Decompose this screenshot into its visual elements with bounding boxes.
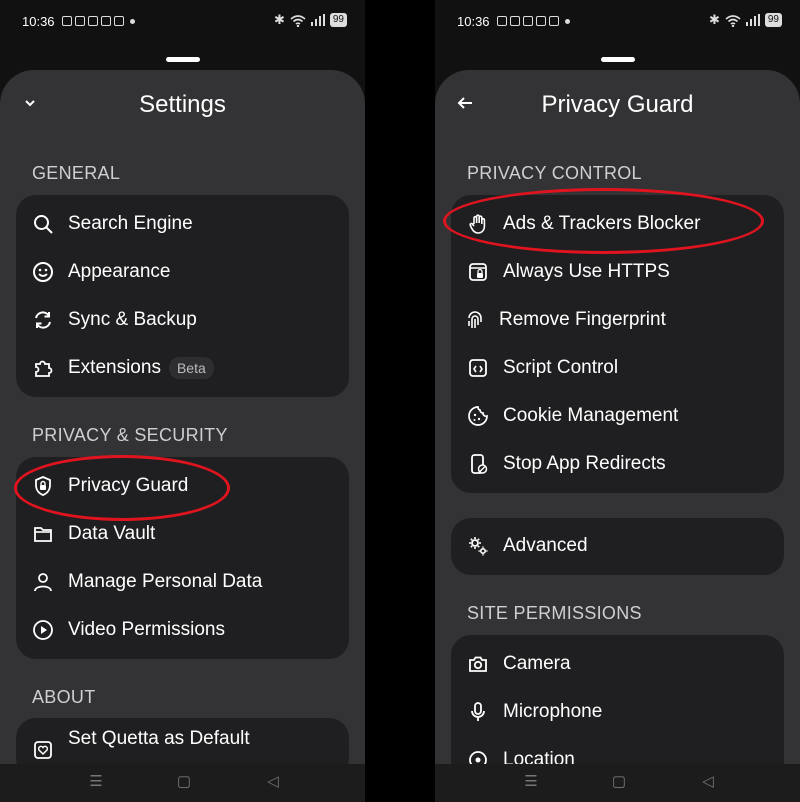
menu-item-set-default[interactable]: Set Quetta as Default bbox=[16, 715, 349, 763]
extensions-label: Extensions bbox=[68, 357, 161, 378]
menu-item-location[interactable]: Location bbox=[451, 736, 784, 764]
page-title: Settings bbox=[139, 91, 226, 118]
section-about: ABOUT bbox=[32, 687, 96, 707]
play-circle-icon bbox=[32, 619, 54, 641]
puzzle-icon bbox=[32, 357, 54, 379]
menu-item-video-permissions[interactable]: Video Permissions bbox=[16, 606, 349, 654]
nav-bar: ☰ ▢ ◁ bbox=[435, 764, 800, 802]
back-nav-icon[interactable]: ◁ bbox=[264, 773, 282, 791]
status-time: 10:36 bbox=[22, 14, 55, 29]
status-time: 10:36 bbox=[457, 14, 490, 29]
menu-nav-icon[interactable]: ☰ bbox=[87, 773, 105, 791]
section-privacy-control: PRIVACY CONTROL bbox=[467, 163, 642, 183]
menu-item-appearance[interactable]: Appearance bbox=[16, 248, 349, 296]
notification-icons bbox=[497, 16, 570, 26]
page-title: Privacy Guard bbox=[541, 91, 694, 118]
drag-handle[interactable] bbox=[165, 57, 200, 62]
location-icon bbox=[467, 749, 489, 764]
section-site-permissions: SITE PERMISSIONS bbox=[467, 603, 642, 623]
site-permissions-card: Camera Microphone Location bbox=[451, 635, 784, 764]
code-window-icon bbox=[467, 357, 489, 379]
shield-lock-icon bbox=[32, 475, 54, 497]
sync-icon bbox=[32, 309, 54, 331]
menu-item-cookie-management[interactable]: Cookie Management bbox=[451, 392, 784, 440]
browser-lock-icon bbox=[467, 261, 489, 283]
menu-item-advanced[interactable]: Advanced bbox=[451, 522, 784, 570]
menu-item-microphone[interactable]: Microphone bbox=[451, 688, 784, 736]
bluetooth-icon: ✱ bbox=[273, 12, 285, 27]
section-privacy-security: PRIVACY & SECURITY bbox=[32, 425, 228, 445]
back-nav-icon[interactable]: ◁ bbox=[699, 773, 717, 791]
settings-screen: 10:36 ✱ 99 Settings GENERAL Search Engin… bbox=[0, 0, 365, 802]
smiley-icon bbox=[32, 261, 54, 283]
battery-indicator: 99 bbox=[329, 13, 347, 27]
menu-item-camera[interactable]: Camera bbox=[451, 640, 784, 688]
menu-item-script-control[interactable]: Script Control bbox=[451, 344, 784, 392]
advanced-card: Advanced bbox=[451, 518, 784, 575]
menu-nav-icon[interactable]: ☰ bbox=[522, 773, 540, 791]
bluetooth-icon: ✱ bbox=[708, 12, 720, 27]
signal-icon bbox=[745, 14, 760, 26]
menu-item-ads-trackers-blocker[interactable]: Ads & Trackers Blocker bbox=[451, 200, 784, 248]
signal-icon bbox=[310, 14, 325, 26]
menu-item-always-use-https[interactable]: Always Use HTTPS bbox=[451, 248, 784, 296]
privacy-card: Privacy Guard Data Vault Manage Personal… bbox=[16, 457, 349, 659]
privacy-guard-screen: 10:36 ✱ 99 Privacy Guard PRIVACY CONTROL… bbox=[435, 0, 800, 802]
menu-item-stop-app-redirects[interactable]: Stop App Redirects bbox=[451, 440, 784, 488]
menu-item-data-vault[interactable]: Data Vault bbox=[16, 510, 349, 558]
cookie-icon bbox=[467, 405, 489, 427]
person-icon bbox=[32, 571, 54, 593]
wifi-icon bbox=[725, 14, 741, 27]
camera-icon bbox=[467, 653, 489, 675]
settings-sheet: Settings GENERAL Search Engine Appearanc… bbox=[0, 70, 365, 764]
home-nav-icon[interactable]: ▢ bbox=[610, 773, 628, 791]
privacy-control-card: Ads & Trackers Blocker Always Use HTTPS … bbox=[451, 195, 784, 493]
wifi-icon bbox=[290, 14, 306, 27]
hand-icon bbox=[467, 213, 489, 235]
privacy-guard-sheet: Privacy Guard PRIVACY CONTROL Ads & Trac… bbox=[435, 70, 800, 764]
about-card: Set Quetta as Default bbox=[16, 718, 349, 764]
status-bar: 10:36 ✱ 99 bbox=[0, 8, 365, 34]
heart-shield-icon bbox=[32, 739, 54, 761]
status-bar: 10:36 ✱ 99 bbox=[435, 8, 800, 34]
gears-icon bbox=[467, 535, 489, 557]
menu-item-extensions[interactable]: Extensions Beta bbox=[16, 344, 349, 392]
fingerprint-icon bbox=[464, 309, 486, 331]
menu-item-privacy-guard[interactable]: Privacy Guard bbox=[16, 462, 349, 510]
home-nav-icon[interactable]: ▢ bbox=[175, 773, 193, 791]
menu-item-manage-personal-data[interactable]: Manage Personal Data bbox=[16, 558, 349, 606]
drag-handle[interactable] bbox=[600, 57, 635, 62]
phone-block-icon bbox=[467, 453, 489, 475]
section-general: GENERAL bbox=[32, 163, 121, 183]
notification-icons bbox=[62, 16, 135, 26]
menu-item-remove-fingerprint[interactable]: Remove Fingerprint bbox=[451, 296, 784, 344]
battery-indicator: 99 bbox=[764, 13, 782, 27]
folder-icon bbox=[32, 523, 54, 545]
beta-badge: Beta bbox=[168, 356, 214, 379]
search-icon bbox=[32, 213, 54, 235]
general-card: Search Engine Appearance Sync & Backup E… bbox=[16, 195, 349, 397]
microphone-icon bbox=[467, 701, 489, 723]
nav-bar: ☰ ▢ ◁ bbox=[0, 764, 365, 802]
menu-item-sync-backup[interactable]: Sync & Backup bbox=[16, 296, 349, 344]
menu-item-search-engine[interactable]: Search Engine bbox=[16, 200, 349, 248]
